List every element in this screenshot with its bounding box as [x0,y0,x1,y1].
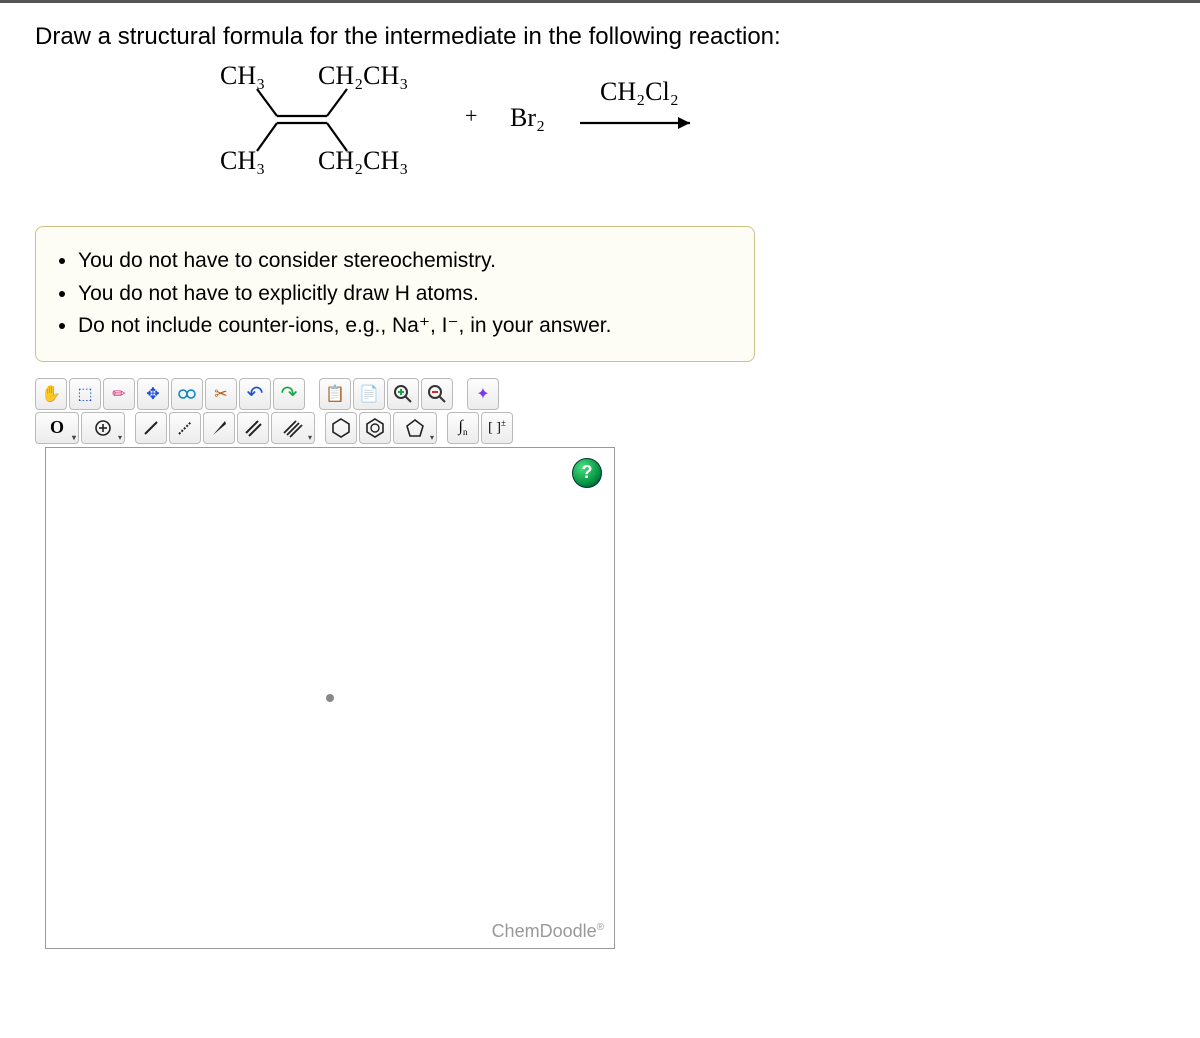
solvent-label: CH₂Cl₂ [600,77,679,107]
toolbar-row-2: O▾ ▾ ▾ [35,411,645,445]
paste-button[interactable]: 📄 [353,378,385,410]
instruction-item: You do not have to explicitly draw H ato… [78,278,732,311]
arrow-tool-button[interactable]: ∫n [447,412,479,444]
recessed-bond-icon [175,418,195,438]
brand-text: ChemDoodle [492,921,597,941]
eraser-tool-button[interactable]: ✏ [103,378,135,410]
instruction-box: You do not have to consider stereochemis… [35,226,755,362]
cyclohexane-button[interactable] [325,412,357,444]
charge-plus-icon [94,419,112,437]
chemdoodle-editor: ✋ ⬚ ✏ ✥ ✂ ↶ ↷ 📋 [35,377,645,949]
triple-bond-button[interactable]: ▾ [271,412,315,444]
paste-icon: 📄 [359,384,379,404]
reaction-scheme: CH₃ CH₂CH₃ CH₃ CH₂CH₃ + Br₂ CH₂Cl₂ [175,61,1165,201]
settings-icon: ✦ [476,384,489,404]
cut-button[interactable]: ✂ [205,378,237,410]
double-bond-icon [243,418,263,438]
zoom-out-icon [427,384,447,404]
benzene-icon [364,417,386,439]
undo-button[interactable]: ↶ [239,378,271,410]
lasso-tool-button[interactable]: ⬚ [69,378,101,410]
settings-button[interactable]: ✦ [467,378,499,410]
lasso-icon: ⬚ [77,384,92,404]
triple-bond-icon [282,418,304,438]
arrow-icon: ∫n [459,418,468,437]
copy-icon: 📋 [325,384,345,404]
cyclopentane-button[interactable]: ▾ [393,412,437,444]
center-button[interactable]: ✥ [137,378,169,410]
reaction-arrow [575,103,705,143]
hand-tool-button[interactable]: ✋ [35,378,67,410]
single-bond-button[interactable] [135,412,167,444]
drawing-canvas[interactable]: ? ChemDoodle® [45,447,615,949]
clean-icon [176,383,198,405]
zoom-in-icon [393,384,413,404]
start-atom-dot[interactable] [326,694,334,702]
scissors-icon: ✂ [214,384,227,404]
atom-o-label: O [50,417,64,438]
instruction-item: You do not have to consider stereochemis… [78,245,732,278]
plus-sign: + [465,103,477,129]
recessed-bond-button[interactable] [169,412,201,444]
copy-button[interactable]: 📋 [319,378,351,410]
bracket-charge-button[interactable]: [ ]± [481,412,513,444]
toolbar-row-1: ✋ ⬚ ✏ ✥ ✂ ↶ ↷ 📋 [35,377,645,411]
hexagon-icon [330,417,352,439]
reagent-label: Br₂ [510,103,545,133]
single-bond-icon [141,418,161,438]
alkene-bonds [175,61,435,201]
instruction-item: Do not include counter-ions, e.g., Na⁺, … [78,310,732,343]
clean-button[interactable] [171,378,203,410]
atom-o-button[interactable]: O▾ [35,412,79,444]
chemdoodle-brand: ChemDoodle® [492,921,604,942]
center-icon: ✥ [146,384,159,404]
help-button[interactable]: ? [572,458,602,488]
pentagon-icon [404,417,426,439]
hand-icon: ✋ [41,384,61,404]
benzene-button[interactable] [359,412,391,444]
help-icon: ? [582,462,593,483]
wedge-bond-icon [209,418,229,438]
question-prompt: Draw a structural formula for the interm… [35,23,1165,51]
redo-icon: ↷ [281,381,298,406]
eraser-icon: ✏ [112,384,125,404]
zoom-in-button[interactable] [387,378,419,410]
zoom-out-button[interactable] [421,378,453,410]
undo-icon: ↶ [247,381,264,406]
double-bond-button[interactable] [237,412,269,444]
wedge-bond-button[interactable] [203,412,235,444]
bracket-charge-icon: [ ]± [488,418,506,437]
charge-plus-button[interactable]: ▾ [81,412,125,444]
redo-button[interactable]: ↷ [273,378,305,410]
registered-mark: ® [597,922,604,933]
